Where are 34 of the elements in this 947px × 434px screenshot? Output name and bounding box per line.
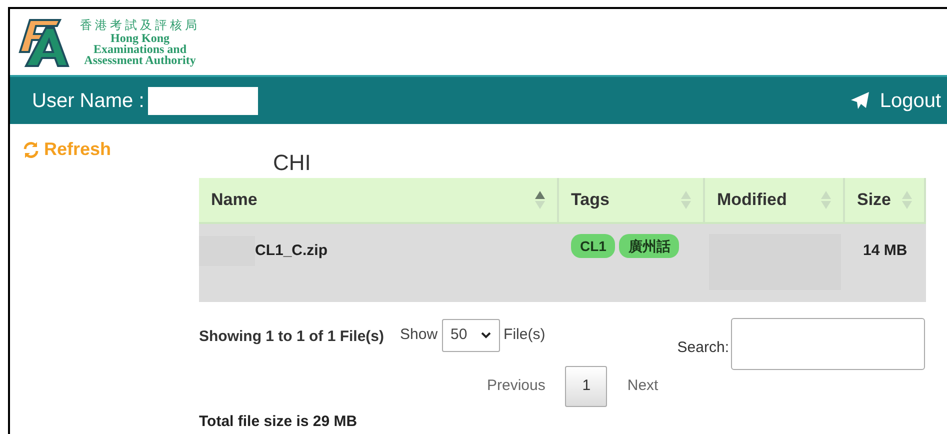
page-size-dropdown[interactable]: 50 [442, 319, 500, 352]
table-info: Showing 1 to 1 of 1 File(s) [199, 327, 384, 347]
total-size-text: Total file size is 29 MB [199, 412, 358, 432]
logo-text: Assessment Authority [84, 55, 196, 66]
next-link[interactable]: Next [627, 375, 658, 398]
column-header[interactable]: Tags [559, 178, 705, 222]
table-row[interactable]: CL1_C.zip CL1 廣州話 14 MB [199, 224, 926, 302]
search-label: Search: [677, 338, 729, 358]
file-name[interactable]: CL1_C.zip [255, 236, 328, 262]
page-button[interactable]: 1 [565, 366, 608, 407]
sort-icon [902, 191, 912, 209]
logo-text: Hong Kong [110, 33, 170, 44]
show-label: Show [400, 325, 438, 346]
tag-badge: 廣州話 [619, 234, 680, 258]
paper-plane-icon [850, 90, 870, 110]
sort-icon [821, 191, 831, 209]
files-label: File(s) [504, 325, 546, 346]
search-field[interactable] [731, 318, 925, 370]
file-size: 14 MB [863, 242, 908, 259]
logo-text: Examinations and [93, 44, 187, 55]
user-name-label: User Name : [32, 88, 144, 114]
column-header[interactable]: Size [845, 178, 926, 222]
previous-link[interactable]: Previous [487, 375, 546, 398]
logout-link[interactable]: Logout [850, 86, 941, 116]
sort-icon [681, 191, 691, 209]
tag-badge: CL1 [571, 234, 616, 258]
chevron-down-icon [480, 332, 491, 339]
refresh-icon [22, 140, 40, 158]
column-header[interactable]: Name [199, 178, 559, 222]
sort-icon [535, 191, 545, 209]
column-header[interactable]: Modified [705, 178, 845, 222]
redacted-block [199, 236, 255, 266]
logo-chinese-text: 香港考試及評核局 [80, 18, 200, 33]
folder-title: CHI [272, 149, 312, 177]
